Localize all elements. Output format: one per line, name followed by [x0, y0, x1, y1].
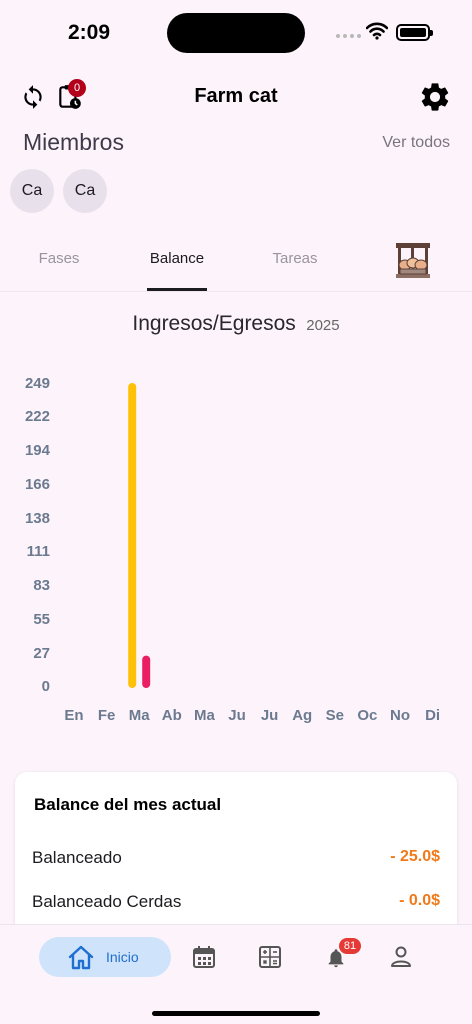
x-tick-label: Ju [228, 707, 246, 724]
x-tick-label: Fe [98, 707, 116, 724]
active-tab-indicator [147, 288, 207, 291]
chart-title: Ingresos/Egresos 2025 [0, 312, 472, 336]
notifications-badge: 81 [339, 938, 361, 954]
tab-bar: Fases Balance Tareas [0, 236, 472, 292]
nav-home-label: Inicio [106, 949, 139, 965]
bottom-navigation: Inicio 81 [0, 924, 472, 1024]
y-tick-label: 83 [33, 577, 50, 594]
dynamic-island [167, 13, 305, 53]
tab-balance[interactable]: Balance [122, 250, 232, 267]
x-tick-label: No [390, 707, 410, 724]
battery-icon [396, 24, 433, 41]
x-tick-label: Ma [129, 707, 150, 724]
x-tick-label: Ab [162, 707, 182, 724]
members-title: Miembros [23, 129, 124, 155]
chart-title-text: Ingresos/Egresos [132, 312, 296, 335]
income-expense-chart: 0 27 55 83 111 138 166 194 222 249 En Fe Ma Ab Ma Ju Ju A… [25, 375, 440, 724]
cellular-signal-icon [336, 34, 361, 38]
y-tick-label: 194 [25, 442, 51, 459]
tab-tareas[interactable]: Tareas [240, 250, 350, 267]
calendar-icon[interactable] [192, 945, 216, 969]
x-tick-label: Ag [292, 707, 312, 724]
x-tick-label: Ma [194, 707, 215, 724]
y-tick-label: 55 [33, 611, 50, 628]
y-tick-label: 166 [25, 476, 50, 493]
y-tick-label: 138 [25, 510, 50, 527]
app-title: Farm cat [194, 85, 278, 107]
home-indicator [152, 1011, 320, 1016]
balance-row: Balanceado Cerdas - 0.0$ [32, 892, 440, 912]
x-tick-label: En [64, 707, 83, 724]
calculator-icon[interactable] [258, 945, 282, 969]
tab-fases[interactable]: Fases [4, 250, 114, 267]
home-icon [68, 945, 94, 970]
balance-row: Balanceado - 25.0$ [32, 848, 440, 868]
member-avatar[interactable]: Ca [63, 169, 107, 213]
member-avatar[interactable]: Ca [10, 169, 54, 213]
y-tick-label: 0 [42, 678, 50, 695]
y-tick-label: 222 [25, 408, 50, 425]
x-tick-label: Se [326, 707, 344, 724]
y-tick-label: 27 [33, 645, 50, 662]
gear-icon[interactable] [418, 80, 452, 114]
balance-row-label: Balanceado [32, 848, 122, 867]
chart-year: 2025 [306, 317, 340, 334]
balance-row-label: Balanceado Cerdas [32, 892, 182, 911]
status-time: 2:09 [68, 21, 111, 44]
card-title: Balance del mes actual [34, 795, 222, 814]
balance-row-value: - 0.0$ [399, 892, 440, 909]
y-tick-label: 111 [27, 543, 50, 560]
see-all-link[interactable]: Ver todos [382, 134, 450, 152]
pig-pen-icon[interactable] [394, 240, 432, 280]
x-tick-label: Di [425, 707, 440, 724]
nav-home-button[interactable]: Inicio [39, 937, 171, 977]
status-bar: 2:09 [0, 0, 472, 64]
app-bar: 0 Farm cat [0, 74, 472, 120]
x-tick-label: Ju [261, 707, 279, 724]
x-tick-label: Oc [357, 707, 377, 724]
wifi-icon [366, 22, 388, 40]
balance-row-value: - 25.0$ [390, 848, 440, 865]
profile-icon[interactable] [389, 945, 413, 969]
y-tick-label: 249 [25, 375, 50, 392]
